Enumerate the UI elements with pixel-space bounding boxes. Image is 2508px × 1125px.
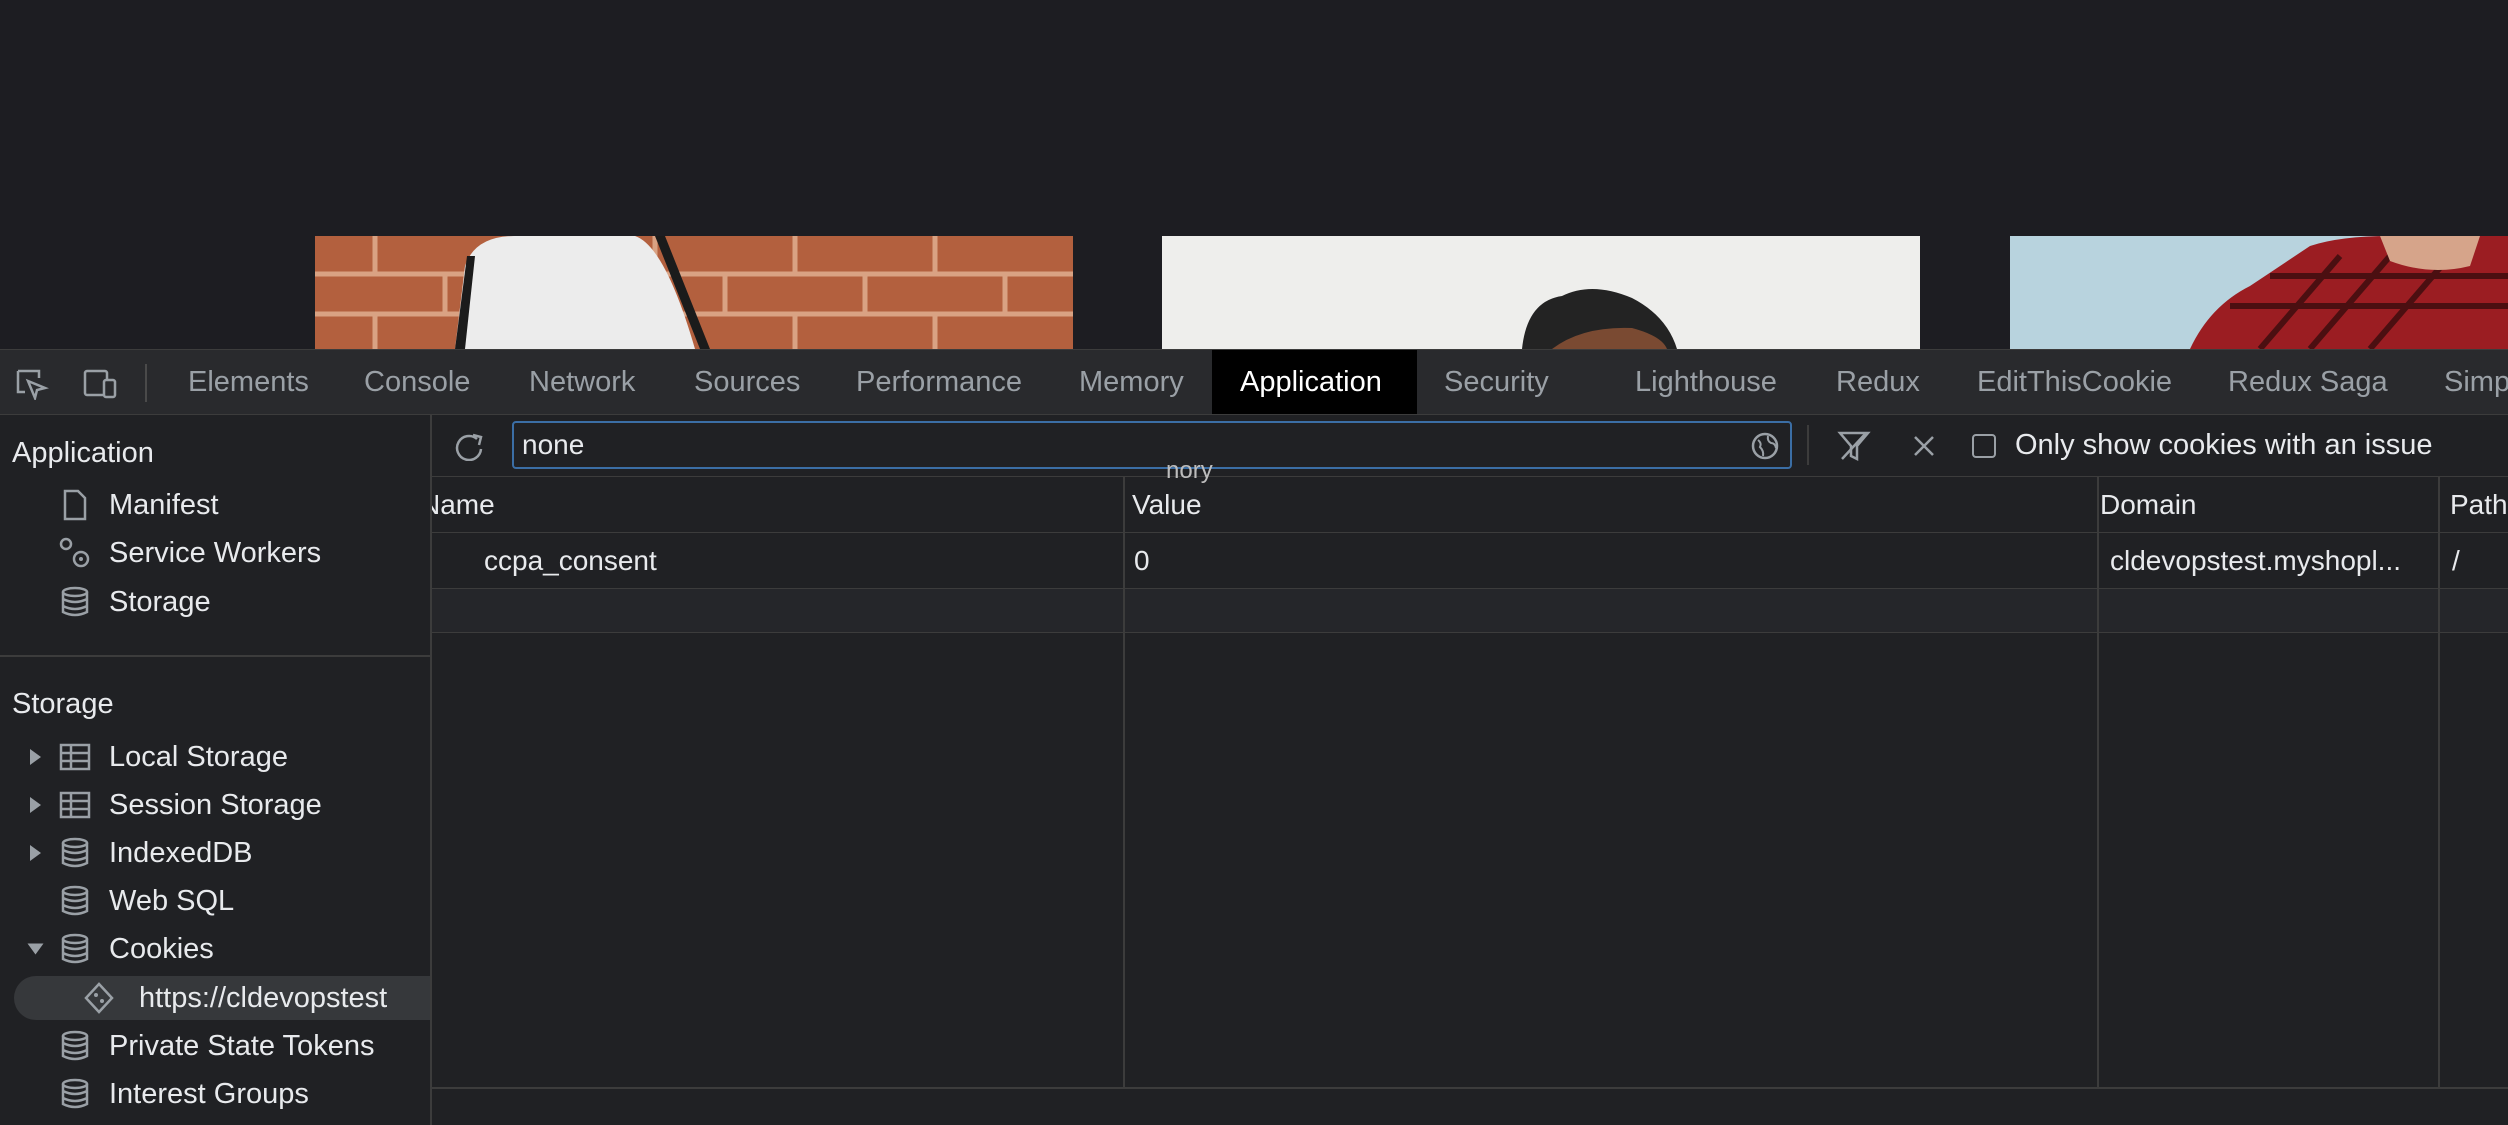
tab-elements[interactable]: Elements xyxy=(170,350,327,414)
column-divider[interactable] xyxy=(2438,477,2440,1087)
table-bottom-border xyxy=(432,1087,2508,1089)
sidebar-item-label: Cookies xyxy=(109,932,214,965)
column-divider[interactable] xyxy=(2097,477,2099,1087)
sidebar-heading-application: Application xyxy=(12,437,154,469)
device-toolbar-icon[interactable] xyxy=(82,368,118,400)
table-row-empty[interactable] xyxy=(432,589,2508,633)
product-image-2[interactable] xyxy=(1162,236,1920,349)
inspect-element-icon[interactable] xyxy=(14,368,50,400)
tab-security[interactable]: Security xyxy=(1426,350,1567,414)
sidebar-item-manifest[interactable]: Manifest xyxy=(0,483,430,527)
cookies-panel: nory Only show cookies with an issue Nam… xyxy=(432,415,2508,1125)
cookie-domain: cldevopstest.myshopl... xyxy=(2110,545,2402,576)
document-icon xyxy=(58,488,92,522)
expand-arrow-icon[interactable] xyxy=(27,943,44,955)
database-icon xyxy=(58,932,92,966)
database-icon xyxy=(58,585,92,619)
cookie-value: 0 xyxy=(1134,545,1150,576)
devtools-tabbar: Elements Console Network Sources Perform… xyxy=(0,349,2508,415)
gears-icon xyxy=(58,536,92,570)
sidebar-item-storage[interactable]: Storage xyxy=(0,580,430,624)
cookie-path: / xyxy=(2452,545,2460,576)
globe-icon[interactable] xyxy=(1750,431,1780,466)
delete-all-icon[interactable] xyxy=(1904,427,1944,465)
tab-application[interactable]: Application xyxy=(1212,350,1417,414)
product-image-1[interactable] xyxy=(315,236,1073,349)
cookies-table-header: Name Value Domain Path xyxy=(432,477,2508,533)
only-issue-checkbox[interactable] xyxy=(1972,434,1996,458)
sidebar-item-cookies[interactable]: Cookies xyxy=(0,927,430,971)
tab-network[interactable]: Network xyxy=(511,350,653,414)
sidebar-item-local-storage[interactable]: Local Storage xyxy=(0,735,430,779)
sidebar-item-label: Storage xyxy=(109,585,211,618)
toolbar-separator xyxy=(1807,425,1809,465)
database-icon xyxy=(58,1077,92,1111)
sidebar-item-indexeddb[interactable]: IndexedDB xyxy=(0,831,430,875)
sidebar-item-label: Local Storage xyxy=(109,740,288,773)
filter-field[interactable] xyxy=(512,421,1792,469)
refresh-icon[interactable] xyxy=(450,427,490,465)
sidebar-item-label: https://cldevopstest xyxy=(139,981,388,1014)
sidebar-item-label: Manifest xyxy=(109,488,219,521)
tab-performance[interactable]: Performance xyxy=(838,350,1040,414)
column-header-path[interactable]: Path xyxy=(2450,477,2508,533)
tab-editthiscookie[interactable]: EditThisCookie xyxy=(1959,350,2190,414)
sidebar-item-session-storage[interactable]: Session Storage xyxy=(0,783,430,827)
page-preview xyxy=(0,0,2508,349)
sidebar-item-label: Service Workers xyxy=(109,536,322,569)
sidebar-item-label: Private State Tokens xyxy=(109,1029,375,1062)
database-icon xyxy=(58,1029,92,1063)
tab-sources[interactable]: Sources xyxy=(676,350,818,414)
table-row[interactable]: ccpa_consent 0 cldevopstest.myshopl... / xyxy=(432,533,2508,589)
sidebar-item-service-workers[interactable]: Service Workers xyxy=(0,531,430,575)
tab-lighthouse[interactable]: Lighthouse xyxy=(1617,350,1795,414)
sidebar-item-label: Session Storage xyxy=(109,788,322,821)
sidebar-item-interest-groups[interactable]: Interest Groups xyxy=(0,1072,430,1116)
sidebar-item-label: Web SQL xyxy=(109,884,235,917)
sidebar-item-private-state-tokens[interactable]: Private State Tokens xyxy=(0,1024,430,1068)
expand-arrow-icon[interactable] xyxy=(30,797,41,813)
column-divider[interactable] xyxy=(1123,477,1125,1087)
database-icon xyxy=(58,884,92,918)
sidebar-divider xyxy=(0,655,430,657)
toolbar-separator xyxy=(145,364,147,402)
product-image-3[interactable] xyxy=(2010,236,2508,349)
only-issue-label[interactable]: Only show cookies with an issue xyxy=(2015,429,2432,462)
sidebar-item-cookie-origin[interactable]: https://cldevopstest xyxy=(14,976,430,1020)
tab-memory[interactable]: Memory xyxy=(1061,350,1202,414)
tab-console[interactable]: Console xyxy=(346,350,488,414)
grid-icon xyxy=(58,788,92,822)
sidebar-heading-storage: Storage xyxy=(12,688,114,720)
clear-filter-icon[interactable] xyxy=(1834,427,1874,465)
grid-icon xyxy=(58,740,92,774)
database-icon xyxy=(58,836,92,870)
sidebar-item-web-sql[interactable]: Web SQL xyxy=(0,879,430,923)
tab-redux-saga[interactable]: Redux Saga xyxy=(2210,350,2406,414)
devtools-panel: Elements Console Network Sources Perform… xyxy=(0,349,2508,1125)
column-header-value[interactable]: Value xyxy=(1132,477,2068,533)
sidebar-item-label: Interest Groups xyxy=(109,1077,309,1110)
sidebar-item-label: IndexedDB xyxy=(109,836,253,869)
cookies-toolbar: nory Only show cookies with an issue xyxy=(432,415,2508,484)
cookie-name: ccpa_consent xyxy=(484,545,657,576)
expand-arrow-icon[interactable] xyxy=(30,749,41,765)
expand-arrow-icon[interactable] xyxy=(30,845,41,861)
column-header-domain[interactable]: Domain xyxy=(2100,477,2438,533)
cookie-icon xyxy=(82,981,116,1015)
application-sidebar: Application Manifest Service Workers Sto… xyxy=(0,415,432,1125)
tab-redux[interactable]: Redux xyxy=(1818,350,1938,414)
tab-simp[interactable]: Simp xyxy=(2426,350,2508,414)
filter-input[interactable] xyxy=(522,427,1722,463)
column-header-name[interactable]: Name xyxy=(432,477,1122,533)
